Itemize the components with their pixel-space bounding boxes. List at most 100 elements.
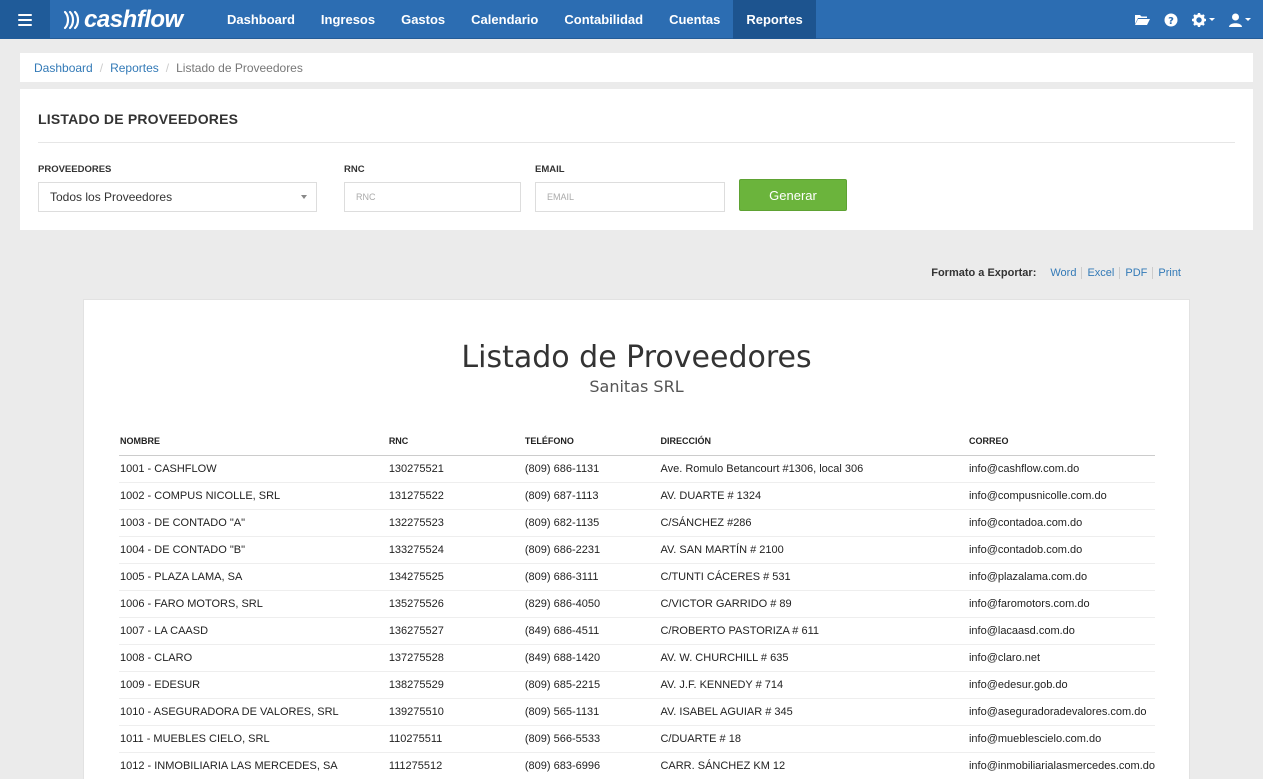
proveedores-selected-value: Todos los Proveedores: [50, 190, 173, 204]
chevron-down-icon: [1209, 18, 1215, 21]
table-row: 1002 - COMPUS NICOLLE, SRL 131275522 (809)…: [119, 481, 1155, 509]
cell-nombre: 1002 - COMPUS NICOLLE, SRL: [119, 481, 388, 509]
cell-rnc: 132275523: [387, 508, 524, 536]
cell-telefono: (809) 566-5533: [523, 724, 660, 752]
cell-correo: info@aseguradoradevalores.com.do: [967, 697, 1155, 725]
table-row: 1012 - INMOBILIARIA LAS MERCEDES, SA 1112…: [119, 751, 1155, 779]
table-row: 1007 - LA CAASD 136275527 (849) 686-4511 C/…: [119, 616, 1155, 644]
cell-correo: info@compusnicolle.com.do: [967, 481, 1155, 509]
cell-rnc: 130275521: [388, 462, 444, 475]
table-row: 1006 - FARO MOTORS, SRL 135275526 (829) 68…: [119, 589, 1155, 617]
export-excel-link[interactable]: Excel: [1081, 267, 1119, 279]
table-header-row: NOMBRE RNC TELÉFONO DIRECCIÓN CORREO: [119, 428, 1155, 456]
cell-telefono: (809) 565-1131: [523, 697, 660, 725]
nav-item-cuentas[interactable]: Cuentas: [656, 0, 733, 39]
cell-nombre: 1005 - PLAZA LAMA, SA: [119, 562, 388, 590]
cell-telefono: (849) 686-4511: [523, 616, 660, 644]
cell-telefono: (809) 687-1113: [523, 481, 660, 509]
cell-correo: info@claro.net: [967, 643, 1155, 671]
table-row: 1005 - PLAZA LAMA, SA 134275525 (809) 686-…: [119, 562, 1155, 590]
cell-nombre: 1010 - ASEGURADORA DE VALORES, SRL: [119, 697, 388, 725]
main-nav: Dashboard Ingresos Gastos Calendario Con…: [214, 0, 816, 39]
cell-nombre: 1004 - DE CONTADO "B": [119, 535, 388, 563]
cell-correo: info@contadoa.com.do: [967, 508, 1155, 536]
cell-nombre: 1007 - LA CAASD: [119, 616, 388, 644]
column-header-rnc: RNC: [387, 428, 524, 456]
cell-correo: info@mueblescielo.com.do: [967, 724, 1155, 752]
cell-telefono: (829) 686-4050: [523, 589, 660, 617]
email-input[interactable]: [547, 183, 724, 211]
divider: [38, 142, 1235, 143]
hamburger-menu-icon[interactable]: [0, 0, 50, 39]
cell-direccion: C/TUNTI CÁCERES # 531: [659, 562, 968, 590]
cell-rnc: 136275527: [387, 616, 524, 644]
folder-open-icon[interactable]: [1127, 0, 1157, 39]
cell-telefono: (809) 683-6996: [523, 751, 660, 779]
export-print-link[interactable]: Print: [1152, 267, 1186, 279]
cell-direccion: C/DUARTE # 18: [659, 724, 968, 752]
cell-telefono: (849) 688-1420: [523, 643, 660, 671]
cell-direccion: AV. W. CHURCHILL # 635: [659, 643, 968, 671]
rnc-label: RNC: [344, 164, 365, 175]
nav-item-reportes[interactable]: Reportes: [733, 0, 816, 39]
generar-button[interactable]: Generar: [739, 179, 847, 211]
cell-direccion: C/VICTOR GARRIDO # 89: [659, 589, 968, 617]
cell-direccion: CARR. SÁNCHEZ KM 12: [659, 751, 968, 779]
rnc-field-wrapper: [344, 182, 521, 212]
svg-text:?: ?: [1168, 16, 1174, 27]
proveedores-select[interactable]: Todos los Proveedores: [38, 182, 317, 212]
cell-direccion: AV. SAN MARTÍN # 2100: [659, 535, 968, 563]
cell-direccion: AV. ISABEL AGUIAR # 345: [659, 697, 968, 725]
user-icon[interactable]: [1222, 0, 1263, 39]
nav-item-ingresos[interactable]: Ingresos: [308, 0, 388, 39]
cell-telefono: (809) 685-2215: [523, 670, 660, 698]
column-header-direccion: DIRECCIÓN: [659, 428, 968, 456]
export-word-link[interactable]: Word: [1045, 267, 1081, 279]
cell-nombre: 1001 - CASHFLOW: [120, 462, 217, 475]
cell-direccion: Ave. Romulo Betancourt #1306, local 306: [660, 462, 864, 475]
help-icon[interactable]: ?: [1157, 0, 1185, 39]
cashflow-logo-icon: [63, 10, 80, 30]
table-row: 1011 - MUEBLES CIELO, SRL 110275511 (809) …: [119, 724, 1155, 752]
nav-item-calendario[interactable]: Calendario: [458, 0, 551, 39]
filter-panel: LISTADO DE PROVEEDORES PROVEEDORES Todos…: [20, 89, 1253, 230]
brand-name: cashflow: [84, 6, 183, 33]
breadcrumb-separator: /: [99, 60, 104, 75]
page-title: LISTADO DE PROVEEDORES: [38, 111, 239, 127]
breadcrumb: Dashboard / Reportes / Listado de Provee…: [20, 53, 1253, 82]
cell-rnc: 111275512: [387, 751, 524, 779]
cell-telefono: (809) 682-1135: [523, 508, 660, 536]
cell-nombre: 1009 - EDESUR: [119, 670, 388, 698]
cell-correo: info@inmobiliarialasmercedes.com.do: [967, 751, 1155, 779]
cell-rnc: 134275525: [387, 562, 524, 590]
breadcrumb-reportes[interactable]: Reportes: [110, 61, 159, 75]
cell-nombre: 1003 - DE CONTADO "A": [119, 508, 388, 536]
providers-table-body: 1001 - CASHFLOW 130275521 (809) 686-1131 Av…: [119, 455, 1155, 779]
report-sheet: Listado de Proveedores Sanitas SRL NOMBR…: [83, 299, 1190, 779]
cell-correo: info@cashflow.com.do: [968, 462, 1080, 475]
cell-rnc: 135275526: [387, 589, 524, 617]
chevron-down-icon: [1245, 18, 1251, 21]
nav-item-contabilidad[interactable]: Contabilidad: [551, 0, 656, 39]
breadcrumb-dashboard[interactable]: Dashboard: [34, 61, 93, 75]
gear-icon[interactable]: [1185, 0, 1222, 39]
cell-telefono: (809) 686-1131: [524, 462, 600, 475]
brand-logo[interactable]: cashflow: [62, 6, 183, 34]
breadcrumb-current: Listado de Proveedores: [176, 60, 303, 75]
cell-correo: info@lacaasd.com.do: [967, 616, 1155, 644]
email-field-wrapper: [535, 182, 725, 212]
cell-direccion: C/SÁNCHEZ #286: [659, 508, 968, 536]
export-pdf-link[interactable]: PDF: [1119, 267, 1152, 279]
report-subtitle: Sanitas SRL: [589, 377, 684, 396]
cell-nombre: 1011 - MUEBLES CIELO, SRL: [119, 724, 388, 752]
cell-correo: info@plazalama.com.do: [967, 562, 1155, 590]
nav-item-gastos[interactable]: Gastos: [388, 0, 458, 39]
rnc-input[interactable]: [356, 183, 520, 211]
cell-nombre: 1012 - INMOBILIARIA LAS MERCEDES, SA: [119, 751, 388, 779]
cell-direccion: AV. DUARTE # 1324: [659, 481, 968, 509]
cell-direccion: C/ROBERTO PASTORIZA # 611: [659, 616, 968, 644]
cell-rnc: 110275511: [387, 724, 524, 752]
table-row: 1009 - EDESUR 138275529 (809) 685-2215 AV. …: [119, 670, 1155, 698]
table-row: 1008 - CLARO 137275528 (849) 688-1420 AV. W…: [119, 643, 1155, 671]
nav-item-dashboard[interactable]: Dashboard: [214, 0, 308, 39]
